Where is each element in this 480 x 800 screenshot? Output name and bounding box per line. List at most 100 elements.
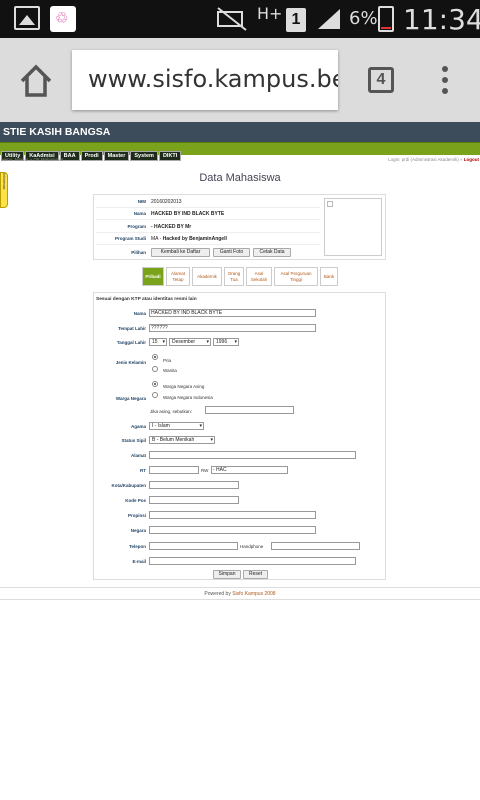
tab-akademik[interactable]: Akademik bbox=[192, 267, 222, 286]
propinsi-input[interactable] bbox=[149, 511, 316, 519]
prodi-prefix: MA - bbox=[151, 236, 162, 242]
student-summary-panel: NIM 20160202013 Nama HACKED BY IND BLACK… bbox=[93, 194, 386, 260]
kota-label: Kota/Kabupaten bbox=[111, 483, 146, 488]
email-label: E-mail bbox=[132, 559, 146, 564]
page-footer: Powered by Sisfo Kampus 2008 bbox=[0, 587, 480, 600]
tab-switcher-button[interactable]: 4 bbox=[368, 67, 394, 93]
logout-link[interactable]: Logout bbox=[464, 157, 479, 162]
citizen-foreign-label: Warga Negara Asing bbox=[163, 384, 205, 389]
form-nama-label: Nama bbox=[133, 311, 146, 316]
footer-prefix: Powered by bbox=[204, 591, 231, 597]
gender-female-radio[interactable] bbox=[152, 366, 158, 372]
battery-percent: 6% bbox=[349, 8, 378, 29]
overflow-menu-icon[interactable] bbox=[440, 66, 450, 96]
birth-month-select[interactable]: Desember bbox=[169, 338, 211, 346]
negara-label: Negara bbox=[130, 528, 146, 533]
alamat-label: Alamat bbox=[130, 453, 146, 458]
prodi-label: Program Studi bbox=[114, 236, 146, 241]
site-title: STIE KASIH BANGSA bbox=[0, 122, 480, 142]
alamat-input[interactable] bbox=[149, 451, 356, 459]
tanggal-lahir-label: Tanggal Lahir bbox=[116, 340, 146, 345]
clock: 11:34 bbox=[403, 3, 480, 36]
tempat-lahir-input[interactable]: ?????? bbox=[149, 324, 316, 332]
breadcrumb: Menu: Master » Ott Mahasiswa bbox=[1, 157, 64, 162]
battery-icon bbox=[378, 6, 394, 32]
url-bar[interactable]: www.sisfo.kampus.be bbox=[72, 50, 338, 110]
handphone-label: Handphone bbox=[240, 544, 264, 549]
program-label: Program bbox=[127, 224, 146, 229]
gender-male-label: Pria bbox=[163, 358, 172, 363]
birth-day-select[interactable]: 15 bbox=[149, 338, 167, 346]
page-title: Data Mahasiswa bbox=[199, 172, 281, 184]
tempat-lahir-label: Tempat Lahir bbox=[118, 326, 146, 331]
nama-label: Nama bbox=[133, 211, 146, 216]
program-value: - HACKED BY Mr bbox=[151, 224, 192, 230]
save-button[interactable]: Simpan bbox=[213, 570, 241, 579]
url-text: www.sisfo.kampus.be bbox=[88, 65, 338, 93]
marital-status-select[interactable]: B - Belum Menikah bbox=[149, 436, 215, 444]
prodi-value: MA - Hacked by BenjaminAngell bbox=[151, 236, 227, 242]
jenis-kelamin-label: Jenis Kelamin bbox=[115, 360, 146, 365]
tab-asal-sekolah[interactable]: Asal Sekolah bbox=[246, 267, 272, 286]
negara-input[interactable] bbox=[149, 526, 316, 534]
mute-icon bbox=[217, 7, 247, 31]
nama-input[interactable]: HACKED BY IND BLACK BYTE bbox=[149, 309, 316, 317]
kota-input[interactable] bbox=[149, 481, 239, 489]
nama-value: HACKED BY IND BLACK BYTE bbox=[151, 211, 225, 217]
gender-female-label: Wanita bbox=[163, 368, 177, 373]
info-side-tab[interactable]: Informasi bbox=[0, 172, 8, 208]
foreign-note-label: Jika asing, sebutkan: bbox=[150, 409, 193, 414]
kode-pos-input[interactable] bbox=[149, 496, 239, 504]
login-prefix: Login: bbox=[388, 157, 401, 162]
pilihan-label: Pilihan bbox=[131, 250, 146, 255]
tab-count: 4 bbox=[376, 71, 386, 88]
web-page: STIE KASIH BANGSA Utility KaAdmisi BAA Prod… bbox=[0, 122, 480, 208]
login-user: prdi bbox=[401, 157, 410, 162]
citizen-indonesia-radio[interactable] bbox=[152, 392, 158, 398]
nim-label: NIM bbox=[137, 199, 146, 204]
footer-link[interactable]: Sisfo Kampus 2008 bbox=[232, 591, 275, 597]
religion-select[interactable]: I - Islam bbox=[149, 422, 204, 430]
email-input[interactable] bbox=[149, 557, 356, 565]
rt-input[interactable] bbox=[149, 466, 199, 474]
tab-orang-tua[interactable]: Orang Tua bbox=[224, 267, 244, 286]
tab-alamat-tetap[interactable]: Alamat Tetap bbox=[166, 267, 190, 286]
tab-pribadi[interactable]: Pribadi bbox=[142, 267, 164, 286]
prodi-name: Hacked by BenjaminAngell bbox=[162, 236, 227, 242]
citizen-foreign-radio[interactable] bbox=[152, 381, 158, 387]
rw-label: RW bbox=[201, 468, 209, 473]
app-notification-icon: ♲ bbox=[50, 6, 76, 32]
kode-pos-label: Kode Pos bbox=[125, 498, 146, 503]
foreign-country-input[interactable] bbox=[205, 406, 294, 414]
propinsi-label: Propinsi bbox=[127, 513, 146, 518]
gender-male-radio[interactable] bbox=[152, 354, 158, 360]
back-to-list-button[interactable]: Kembali ke Daftar bbox=[151, 248, 210, 257]
sim-icon: 1 bbox=[286, 8, 306, 32]
rt-label: RT bbox=[140, 468, 146, 473]
login-info: Login: prdi (Administrasi Akademik) » Lo… bbox=[388, 157, 479, 162]
reset-button[interactable]: Reset bbox=[243, 570, 268, 579]
telepon-input[interactable] bbox=[149, 542, 238, 550]
status-bar: ♲ H+ 1 6% 11:34 bbox=[0, 0, 480, 38]
handphone-input[interactable] bbox=[271, 542, 360, 550]
student-photo bbox=[324, 198, 382, 256]
warga-negara-label: Warga Negara bbox=[115, 396, 146, 401]
sim-slot-label: 1 bbox=[291, 11, 301, 28]
section-note: Sesuai dengan KTP atau identitas resmi l… bbox=[96, 297, 197, 302]
rw-input[interactable]: - HAC bbox=[211, 466, 288, 474]
login-role: (Administrasi Akademik) bbox=[410, 157, 459, 162]
change-photo-button[interactable]: Ganti Foto bbox=[213, 248, 250, 257]
birth-year-select[interactable]: 1996 bbox=[213, 338, 239, 346]
agama-label: Agama bbox=[130, 424, 146, 429]
print-data-button[interactable]: Cetak Data bbox=[253, 248, 291, 257]
tab-asal-perguruan-tinggi[interactable]: Asal Perguruan Tinggi bbox=[274, 267, 318, 286]
personal-data-form: Sesuai dengan KTP atau identitas resmi l… bbox=[93, 292, 386, 580]
tab-bank[interactable]: Bank bbox=[320, 267, 338, 286]
home-icon[interactable] bbox=[20, 64, 52, 98]
main-nav: Utility KaAdmisi BAA Prodi Master System DIKTI bbox=[0, 142, 480, 161]
broken-image-icon bbox=[327, 201, 333, 207]
citizen-indonesia-label: Warga Negara Indonesia bbox=[163, 395, 213, 400]
telepon-label: Telepon bbox=[129, 544, 146, 549]
gallery-notification-icon bbox=[14, 6, 40, 30]
breadcrumb-bar: Menu: Master » Ott Mahasiswa Login: prdi… bbox=[0, 155, 480, 165]
